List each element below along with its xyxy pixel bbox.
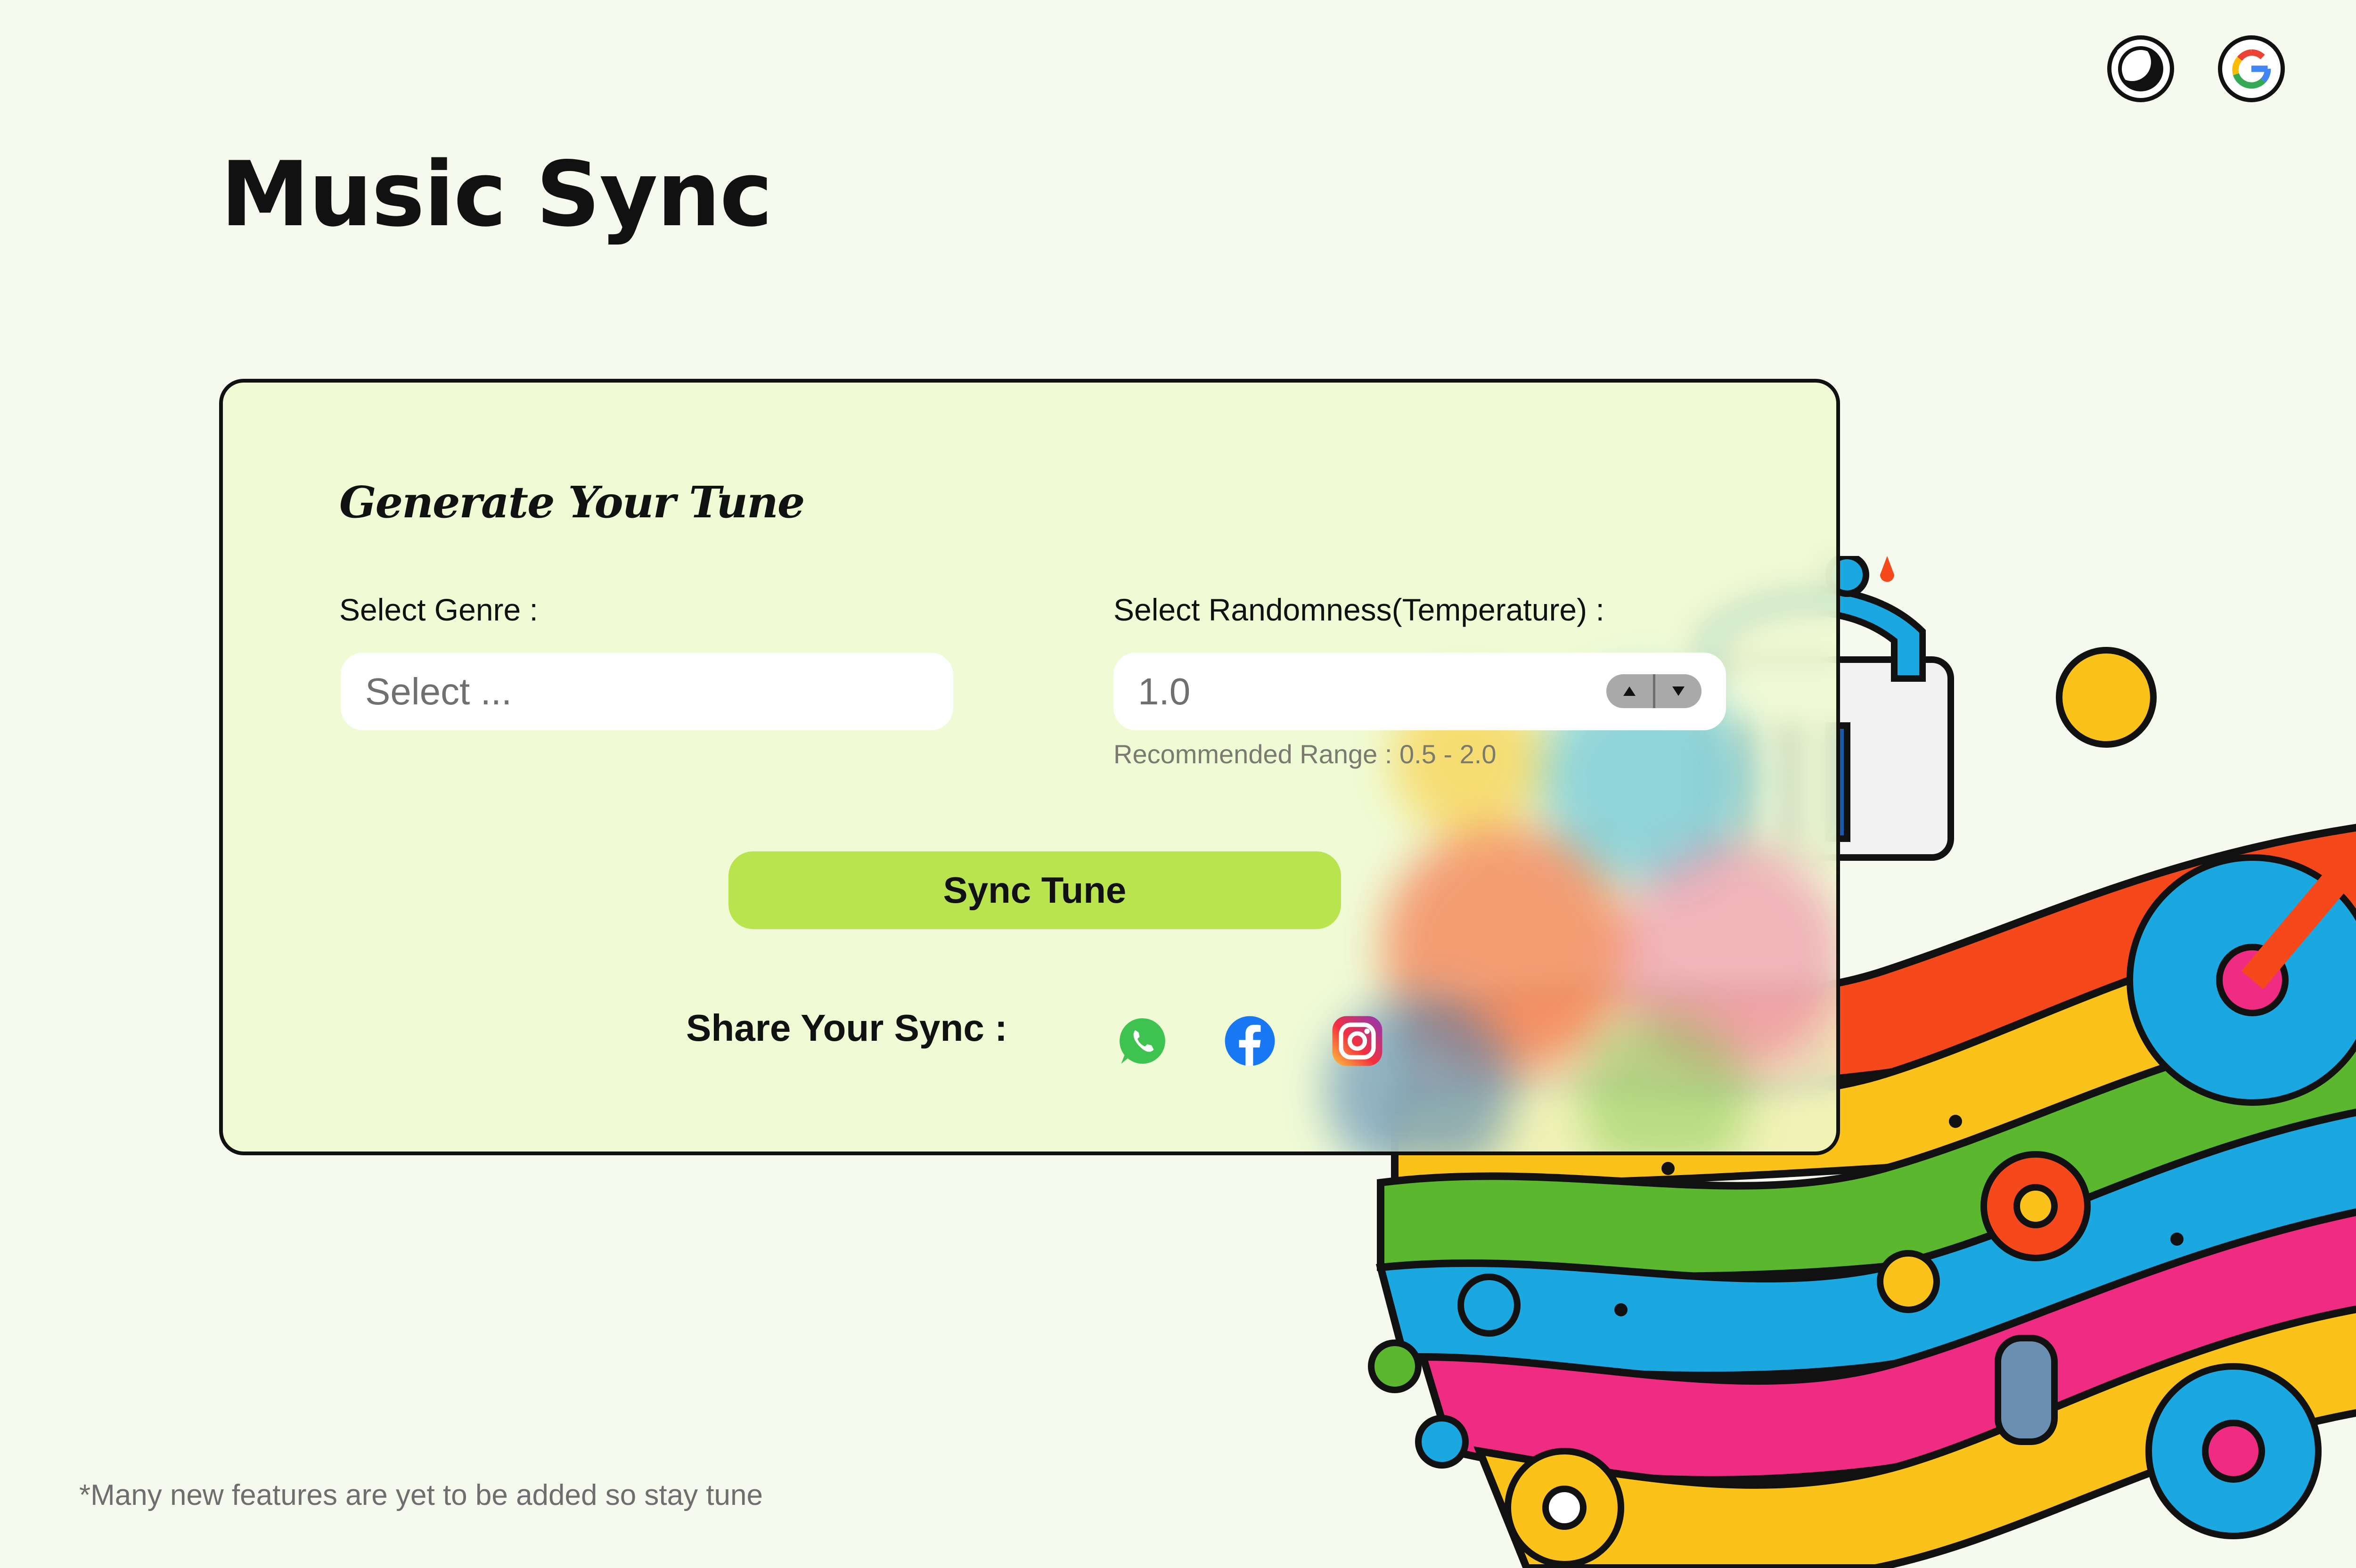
temperature-stepper bbox=[1606, 674, 1702, 708]
temperature-hint: Recommended Range : 0.5 - 2.0 bbox=[1113, 739, 1497, 769]
generator-card: Generate Your Tune Select Genre : Select… bbox=[219, 379, 1840, 1155]
increment-button[interactable] bbox=[1606, 674, 1653, 708]
temperature-label: Select Randomness(Temperature) : bbox=[1113, 592, 1604, 627]
facebook-icon bbox=[1225, 1016, 1275, 1066]
share-label: Share Your Sync : bbox=[686, 1007, 1007, 1049]
whatsapp-icon bbox=[1120, 1018, 1165, 1064]
temperature-input[interactable]: 1.0 bbox=[1113, 653, 1726, 730]
moon-icon bbox=[2117, 45, 2163, 91]
genre-select-placeholder: Select ... bbox=[365, 670, 512, 712]
genre-select[interactable]: Select ... bbox=[341, 653, 953, 730]
share-whatsapp-link[interactable] bbox=[1116, 1014, 1170, 1068]
theme-toggle-button[interactable] bbox=[2107, 35, 2174, 102]
footer-note: *Many new features are yet to be added s… bbox=[79, 1479, 763, 1511]
caret-down-icon bbox=[1672, 686, 1685, 696]
google-signin-button[interactable] bbox=[2218, 35, 2285, 102]
share-instagram-link[interactable] bbox=[1330, 1014, 1384, 1068]
share-facebook-link[interactable] bbox=[1223, 1014, 1277, 1068]
app-title: Music Sync bbox=[221, 142, 773, 246]
decrement-button[interactable] bbox=[1655, 674, 1702, 708]
generator-title: Generate Your Tune bbox=[339, 477, 805, 528]
sync-tune-button[interactable]: Sync Tune bbox=[728, 851, 1341, 929]
google-icon bbox=[2232, 49, 2271, 89]
caret-up-icon bbox=[1623, 686, 1636, 696]
genre-label: Select Genre : bbox=[339, 592, 538, 627]
temperature-value: 1.0 bbox=[1138, 670, 1191, 712]
instagram-icon bbox=[1332, 1016, 1383, 1066]
